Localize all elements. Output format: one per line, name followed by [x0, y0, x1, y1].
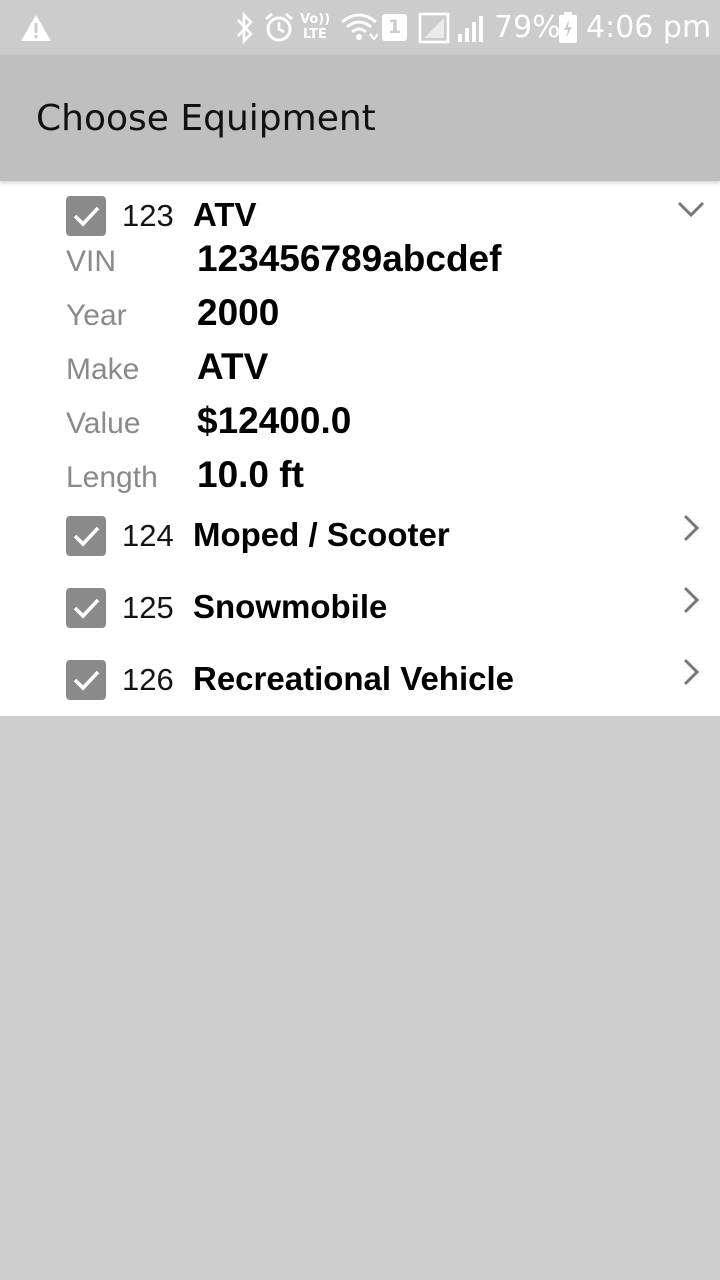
page-title: Choose Equipment [36, 98, 376, 139]
item-number: 125 [122, 590, 174, 625]
item-checkbox[interactable] [66, 516, 106, 556]
chevron-right-icon[interactable] [674, 583, 708, 617]
app-bar: Choose Equipment [0, 55, 720, 181]
detail-value-year: 2000 [197, 292, 280, 333]
detail-label-value: Value [66, 407, 141, 440]
empty-area [0, 716, 720, 1280]
detail-value-make: ATV [197, 346, 269, 387]
equipment-list: 123 ATV VIN 123456789abcdef Year 2000 Ma… [0, 181, 720, 716]
detail-value-vin: 123456789abcdef [197, 238, 502, 279]
item-checkbox[interactable] [66, 660, 106, 700]
chevron-right-icon[interactable] [674, 655, 708, 689]
battery-percent: 79% [494, 10, 561, 45]
list-item[interactable]: 124 Moped / Scooter [0, 501, 720, 573]
signal-icon [418, 12, 488, 49]
bluetooth-icon [234, 11, 256, 49]
detail-label-length: Length [66, 461, 158, 494]
item-name: Recreational Vehicle [193, 660, 514, 697]
item-number: 124 [122, 518, 174, 553]
item-name: Moped / Scooter [193, 516, 450, 553]
wifi-icon [340, 12, 379, 47]
clock: 4:06 pm [586, 10, 712, 45]
alarm-icon [263, 11, 295, 48]
list-item[interactable]: 126 Recreational Vehicle [0, 645, 720, 716]
battery-icon [558, 12, 578, 49]
item-name: Snowmobile [193, 588, 388, 625]
detail-label-year: Year [66, 299, 127, 332]
detail-label-make: Make [66, 353, 140, 386]
list-item[interactable]: 125 Snowmobile [0, 573, 720, 645]
warning-icon [20, 14, 52, 47]
chevron-down-icon[interactable] [674, 192, 708, 226]
item-number: 126 [122, 662, 174, 697]
chevron-right-icon[interactable] [674, 511, 708, 545]
sim-icon: 1 [382, 14, 407, 41]
detail-value-value: $12400.0 [197, 400, 352, 441]
item-checkbox[interactable] [66, 196, 106, 236]
detail-label-vin: VIN [66, 245, 117, 278]
item-number: 123 [122, 198, 174, 233]
list-item[interactable]: 123 ATV VIN 123456789abcdef Year 2000 Ma… [0, 181, 720, 496]
status-bar: Vo)) LTE 1 79% 4:06 pm [0, 0, 720, 55]
detail-value-length: 10.0 ft [197, 454, 304, 495]
item-name: ATV [193, 196, 257, 233]
item-checkbox[interactable] [66, 588, 106, 628]
volte-icon: Vo)) LTE [300, 12, 331, 42]
